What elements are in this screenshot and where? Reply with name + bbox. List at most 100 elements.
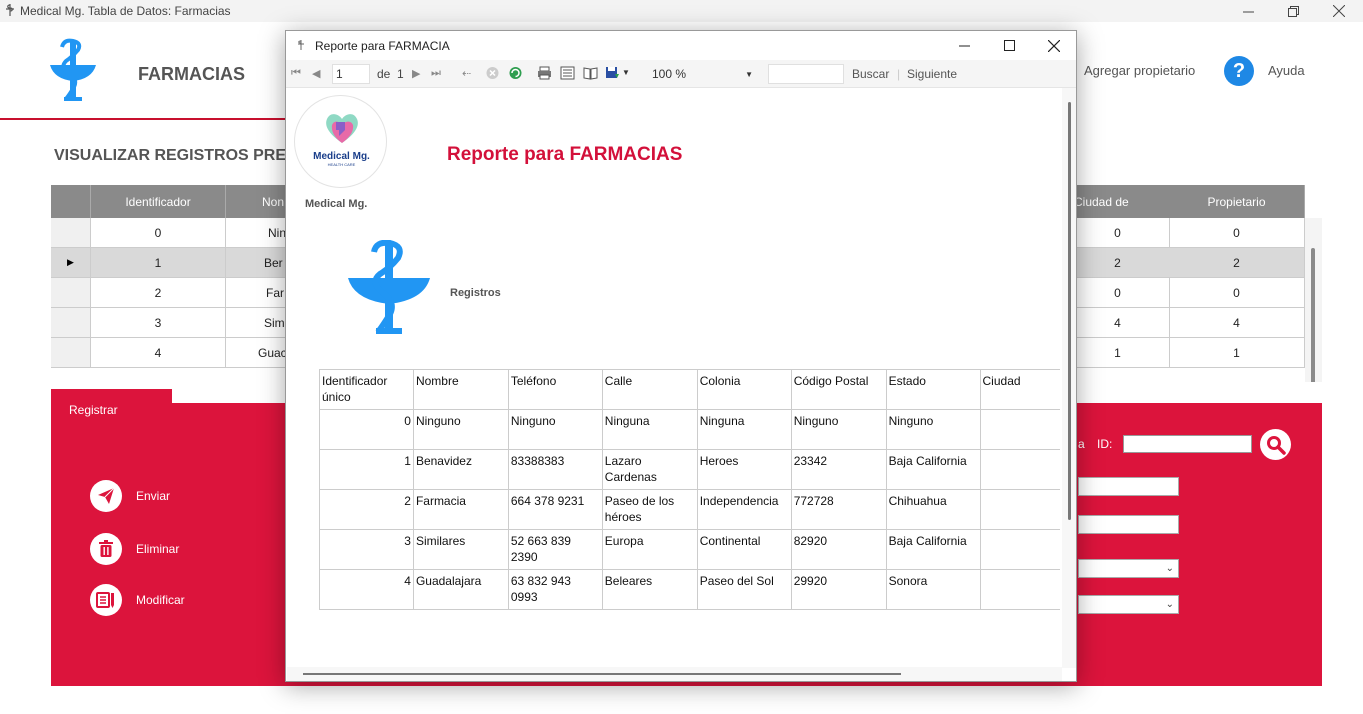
grid-header-city[interactable]: Ciudad de: [1066, 185, 1170, 218]
table-cell: Ninguno: [885, 409, 981, 450]
table-cell: 3: [319, 529, 414, 570]
print-icon[interactable]: [537, 66, 552, 80]
column-header: Teléfono: [507, 369, 603, 410]
table-cell: 52 663 839 2390: [507, 529, 603, 570]
modify-button[interactable]: Modificar: [90, 584, 210, 616]
logo-caption: Medical Mg.: [305, 198, 368, 210]
table-cell: Benavidez: [412, 449, 509, 490]
next-page-icon[interactable]: ▶: [412, 67, 420, 80]
row-header[interactable]: [51, 218, 91, 248]
back-icon[interactable]: ⇠: [462, 67, 471, 80]
text-field[interactable]: [1078, 477, 1179, 496]
help-link[interactable]: Ayuda: [1268, 63, 1305, 78]
table-cell[interactable]: 4: [91, 338, 226, 368]
print-layout-icon[interactable]: [560, 66, 575, 80]
zoom-select[interactable]: 100 % ▼: [646, 64, 758, 84]
trash-icon: [90, 533, 122, 565]
report-table: Identificador único Nombre Teléfono Call…: [319, 369, 1060, 610]
table-cell[interactable]: 1: [1066, 338, 1170, 368]
grid-scrollbar[interactable]: [1305, 218, 1322, 382]
row-header[interactable]: [51, 338, 91, 368]
table-cell[interactable]: 2: [91, 278, 226, 308]
company-logo: Medical Mg. HEALTH CARE: [294, 95, 387, 188]
row-selected-indicator[interactable]: ▶: [51, 248, 91, 278]
modify-label: Modificar: [136, 593, 185, 607]
refresh-icon[interactable]: [508, 66, 523, 80]
dropdown-select[interactable]: ⌄: [1078, 595, 1179, 614]
table-cell[interactable]: 0: [1169, 278, 1305, 308]
close-button[interactable]: [1316, 0, 1362, 22]
table-cell[interactable]: 1: [91, 248, 226, 278]
table-cell[interactable]: 0: [91, 218, 226, 248]
table-row: 1 Benavidez 83388383 Lazaro Cardenas Her…: [319, 449, 1060, 490]
table-cell: Beleares: [601, 569, 698, 610]
table-cell: 1: [319, 449, 414, 490]
table-cell[interactable]: 2: [1066, 248, 1170, 278]
delete-button[interactable]: Eliminar: [90, 533, 210, 565]
report-titlebar: Reporte para FARMACIA: [286, 31, 1076, 60]
logo-subtitle: HEALTH CARE: [327, 162, 356, 167]
row-header[interactable]: [51, 308, 91, 338]
report-vertical-scrollbar[interactable]: [1062, 88, 1076, 668]
toolbar-separator: |: [897, 67, 901, 81]
stop-icon[interactable]: [485, 66, 500, 80]
section-title: VISUALIZAR REGISTROS PRE: [54, 147, 287, 164]
main-titlebar: Medical Mg. Tabla de Datos: Farmacias: [0, 0, 1363, 22]
pharmacy-logo-icon: [50, 38, 96, 101]
minimize-button[interactable]: [1225, 0, 1271, 22]
maximize-button[interactable]: [986, 31, 1032, 60]
scrollbar-thumb[interactable]: [1068, 102, 1071, 520]
scrollbar-thumb[interactable]: [303, 673, 901, 675]
export-dropdown-icon[interactable]: ▼: [622, 68, 630, 77]
dropdown-select[interactable]: ⌄: [1078, 559, 1179, 578]
previous-page-icon[interactable]: ◀: [312, 67, 320, 80]
grid-corner: [51, 185, 91, 218]
table-row: 2 Farmacia 664 378 9231 Paseo de los hér…: [319, 489, 1060, 530]
first-page-icon[interactable]: ⏮: [291, 67, 301, 80]
table-cell[interactable]: 1: [1169, 338, 1305, 368]
table-cell: [979, 449, 1060, 490]
report-horizontal-scrollbar[interactable]: [287, 667, 1062, 681]
row-header[interactable]: [51, 278, 91, 308]
table-cell: 0: [319, 409, 414, 450]
help-icon[interactable]: ?: [1224, 56, 1254, 86]
last-page-icon[interactable]: ⏭: [431, 67, 441, 80]
table-cell[interactable]: 3: [91, 308, 226, 338]
table-cell: 664 378 9231: [507, 489, 603, 530]
minimize-button[interactable]: [941, 31, 987, 60]
page-total: 1: [397, 67, 404, 81]
table-cell: Ninguno: [790, 409, 887, 450]
restore-button[interactable]: [1270, 0, 1316, 22]
column-header: Identificador único: [319, 369, 414, 410]
page-setup-icon[interactable]: [583, 66, 598, 80]
send-button[interactable]: Enviar: [90, 480, 210, 512]
table-cell[interactable]: 0: [1066, 218, 1170, 248]
table-cell[interactable]: 4: [1169, 308, 1305, 338]
table-cell[interactable]: 4: [1066, 308, 1170, 338]
document-edit-icon: [90, 584, 122, 616]
table-cell[interactable]: 2: [1169, 248, 1305, 278]
table-cell[interactable]: 0: [1066, 278, 1170, 308]
app-icon: [298, 40, 304, 50]
table-cell: Sonora: [885, 569, 981, 610]
find-button[interactable]: Buscar: [852, 67, 889, 81]
page-number-input[interactable]: 1: [332, 64, 370, 84]
table-cell: Similares: [412, 529, 509, 570]
find-next-button[interactable]: Siguiente: [907, 67, 957, 81]
close-button[interactable]: [1031, 31, 1077, 60]
table-cell[interactable]: 0: [1169, 218, 1305, 248]
search-button[interactable]: [1260, 429, 1291, 460]
grid-header-id[interactable]: Identificador: [91, 185, 226, 218]
export-icon[interactable]: [605, 66, 620, 80]
add-owner-link[interactable]: Agregar propietario: [1084, 63, 1195, 78]
find-text-input[interactable]: [768, 64, 844, 84]
table-cell: Baja California: [885, 449, 981, 490]
tab-registrar-label[interactable]: Registrar: [69, 403, 118, 417]
table-header-row: Identificador único Nombre Teléfono Call…: [319, 369, 1060, 410]
grid-header-owner[interactable]: Propietario: [1169, 185, 1305, 218]
logo-name: Medical Mg.: [313, 151, 370, 162]
scrollbar-thumb[interactable]: [1311, 248, 1315, 382]
text-field[interactable]: [1078, 515, 1179, 534]
id-search-input[interactable]: [1123, 435, 1252, 453]
page-of-label: de: [377, 67, 391, 81]
